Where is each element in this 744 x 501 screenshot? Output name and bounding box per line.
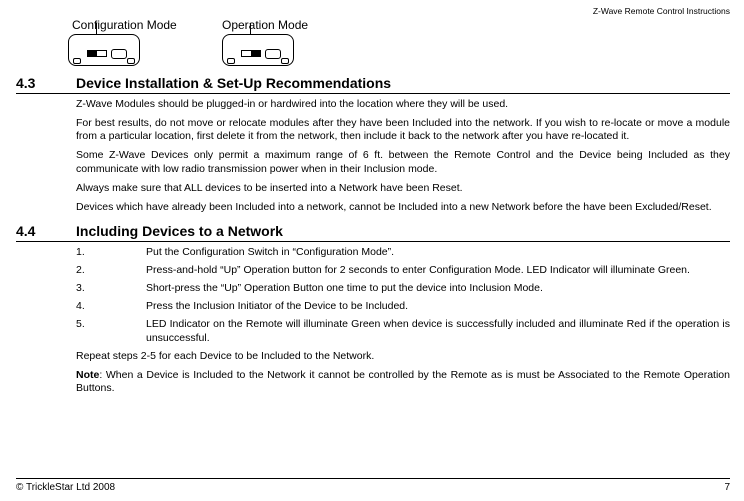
mode-label-row: Configuration Mode Operation Mode	[72, 18, 730, 32]
page-footer: © TrickleStar Ltd 2008 7	[16, 478, 730, 493]
paragraph: Z-Wave Modules should be plugged-in or h…	[76, 98, 730, 111]
list-item: 1. Put the Configuration Switch in “Conf…	[76, 246, 730, 259]
list-text: Press the Inclusion Initiator of the Dev…	[146, 300, 730, 313]
list-number: 4.	[76, 300, 146, 313]
section-4-4-heading: 4.4 Including Devices to a Network	[16, 223, 730, 242]
list-number: 2.	[76, 264, 146, 277]
config-switch-icon	[87, 50, 107, 57]
list-number: 1.	[76, 246, 146, 259]
list-item: 4. Press the Inclusion Initiator of the …	[76, 300, 730, 313]
note-label: Note	[76, 369, 99, 381]
section-4-3-heading: 4.3 Device Installation & Set-Up Recomme…	[16, 75, 730, 94]
footer-copyright: © TrickleStar Ltd 2008	[16, 482, 115, 493]
section-4-3-body: Z-Wave Modules should be plugged-in or h…	[76, 98, 730, 220]
list-text: LED Indicator on the Remote will illumin…	[146, 318, 730, 344]
note-body: : When a Device is Included to the Netwo…	[76, 369, 730, 394]
section-title: Including Devices to a Network	[76, 223, 283, 239]
device-operation-mode-icon	[222, 34, 294, 66]
operation-mode-label: Operation Mode	[222, 18, 308, 32]
section-title: Device Installation & Set-Up Recommendat…	[76, 75, 391, 91]
list-item: 5. LED Indicator on the Remote will illu…	[76, 318, 730, 344]
list-number: 5.	[76, 318, 146, 344]
device-diagrams	[68, 34, 730, 66]
button-icon	[111, 49, 127, 59]
page-header-right: Z-Wave Remote Control Instructions	[16, 6, 730, 16]
pointer-line-icon	[96, 23, 97, 35]
repeat-text: Repeat steps 2-5 for each Device to be I…	[76, 350, 730, 363]
paragraph: For best results, do not move or relocat…	[76, 117, 730, 143]
list-item: 3. Short-press the “Up” Operation Button…	[76, 282, 730, 295]
footer-page-number: 7	[724, 482, 730, 493]
section-number: 4.4	[16, 223, 76, 239]
pointer-line-icon	[250, 23, 251, 35]
list-text: Press-and-hold “Up” Operation button for…	[146, 264, 730, 277]
note-text: Note: When a Device is Included to the N…	[76, 369, 730, 395]
section-4-4-body: 1. Put the Configuration Switch in “Conf…	[76, 246, 730, 395]
list-text: Put the Configuration Switch in “Configu…	[146, 246, 730, 259]
button-icon	[265, 49, 281, 59]
device-config-mode-icon	[68, 34, 140, 66]
config-mode-label: Configuration Mode	[72, 18, 222, 32]
paragraph: Devices which have already been Included…	[76, 201, 730, 214]
list-text: Short-press the “Up” Operation Button on…	[146, 282, 730, 295]
paragraph: Some Z-Wave Devices only permit a maximu…	[76, 149, 730, 175]
section-number: 4.3	[16, 75, 76, 91]
paragraph: Always make sure that ALL devices to be …	[76, 182, 730, 195]
list-item: 2. Press-and-hold “Up” Operation button …	[76, 264, 730, 277]
list-number: 3.	[76, 282, 146, 295]
config-switch-icon	[241, 50, 261, 57]
